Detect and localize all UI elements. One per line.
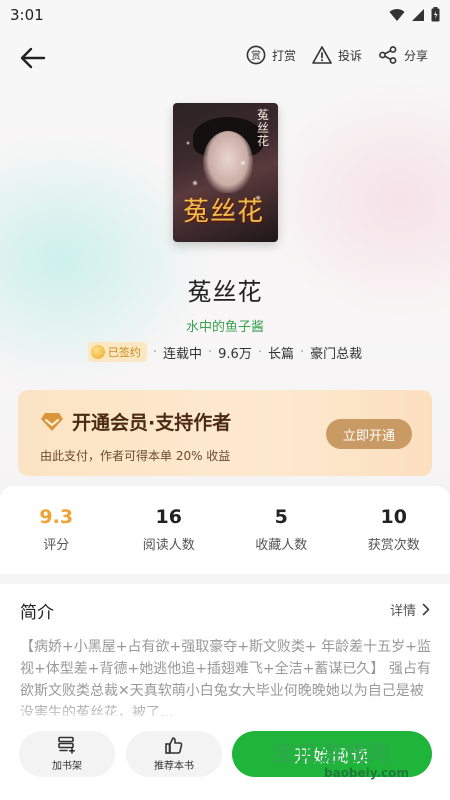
stat-favorites: 5 收藏人数: [255, 506, 308, 553]
battery-icon: [431, 7, 440, 22]
recommend-button[interactable]: 推荐本书: [126, 731, 222, 777]
status-time: 3:01: [10, 6, 44, 24]
nav-actions: 赏 打赏 投诉 分享: [246, 45, 428, 65]
recommend-label: 推荐本书: [154, 761, 194, 772]
vip-banner[interactable]: 开通会员·支持作者 由此支付，作者可得本单 20% 收益 立即开通: [18, 390, 432, 476]
shelf-label: 加书架: [52, 761, 82, 772]
word-count: 9.6万: [218, 346, 252, 362]
coin-icon: [90, 345, 105, 359]
report-button[interactable]: 投诉: [312, 45, 362, 65]
signal-icon: [412, 8, 424, 21]
status-bar: 3:01: [0, 0, 450, 30]
status-icons: [389, 7, 440, 22]
svg-text:赏: 赏: [251, 50, 261, 62]
share-icon: [379, 46, 397, 64]
stat-rating: 9.3 评分: [39, 506, 74, 553]
diamond-icon: [41, 412, 63, 431]
warning-icon: [312, 46, 332, 64]
signed-badge: 已签约: [87, 342, 147, 362]
wifi-icon: [389, 8, 405, 21]
book-title: 菟丝花: [187, 278, 263, 306]
section-divider: [0, 574, 450, 584]
back-button[interactable]: [18, 44, 48, 72]
reward-label: 打赏: [271, 48, 296, 63]
book-cover[interactable]: 菟丝花 菟丝花: [173, 103, 278, 242]
intro-header: 简介 详情: [20, 598, 430, 623]
top-nav: 赏 打赏 投诉 分享: [0, 36, 450, 80]
book-meta: 已签约 · 连载中 · 9.6万 · 长篇 · 豪门总裁: [0, 342, 450, 362]
bookshelf-add-icon: [58, 736, 75, 754]
reward-icon: 赏: [246, 45, 266, 65]
share-button[interactable]: 分享: [378, 45, 428, 65]
book-genre: 豪门总裁: [310, 346, 363, 362]
book-status: 连载中: [162, 346, 202, 362]
watermark-url: baobeiy.com: [324, 766, 409, 780]
thumbs-up-icon: [165, 737, 183, 754]
cover-title: 菟丝花: [183, 197, 265, 227]
signed-label: 已签约: [107, 346, 141, 359]
vip-subtitle: 由此支付，作者可得本单 20% 收益: [40, 449, 231, 463]
intro-more-link[interactable]: 详情: [390, 600, 430, 619]
intro-title: 简介: [20, 603, 54, 623]
back-arrow-icon: [20, 47, 46, 69]
stat-readers: 16 阅读人数: [142, 506, 195, 553]
stats-row: 9.3 评分 16 阅读人数 5 收藏人数 10 获赏次数: [0, 506, 450, 553]
author-link[interactable]: 水中的鱼子酱: [0, 316, 450, 335]
vip-open-button[interactable]: 立即开通: [326, 419, 412, 449]
reward-button[interactable]: 赏 打赏: [246, 45, 296, 65]
vip-title: 开通会员·支持作者: [72, 412, 232, 434]
cover-vertical-title: 菟丝花: [256, 108, 269, 148]
book-length: 长篇: [267, 346, 294, 362]
chevron-right-icon: [422, 603, 430, 616]
report-label: 投诉: [337, 48, 362, 63]
add-to-shelf-button[interactable]: 加书架: [19, 731, 115, 777]
share-label: 分享: [403, 48, 428, 63]
watermark-text: 宝贝游戏网: [272, 742, 393, 767]
stat-rewards: 10 获赏次数: [367, 506, 420, 553]
